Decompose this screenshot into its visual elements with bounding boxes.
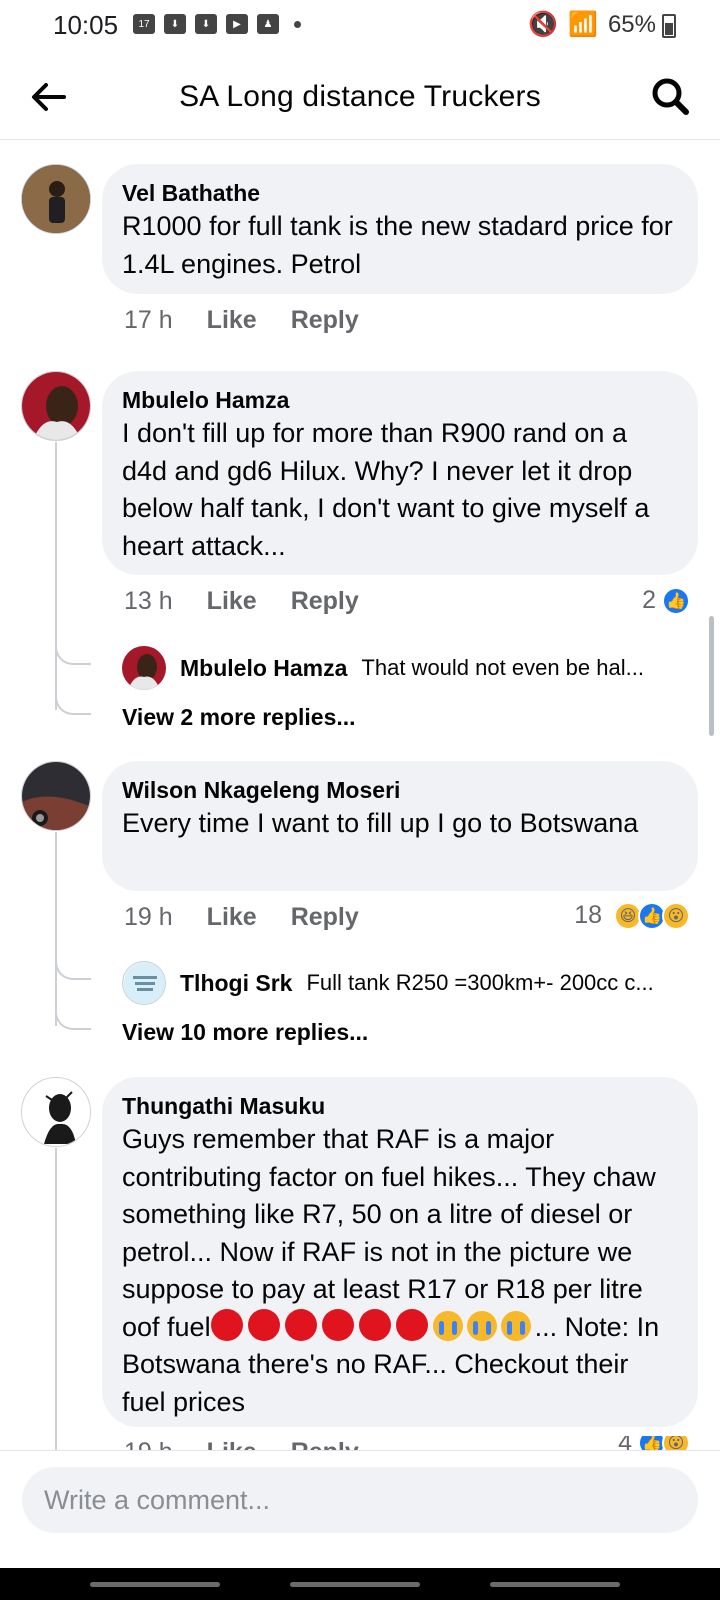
- comment-author[interactable]: Wilson Nkageleng Moseri: [122, 775, 678, 805]
- app-header: SA Long distance Truckers: [0, 54, 720, 140]
- download-icon: ⬇: [195, 14, 217, 34]
- red-circle-icon: [358, 1308, 391, 1341]
- thread-line: [55, 832, 57, 1026]
- comment-actions: 13 h Like Reply: [124, 587, 359, 616]
- search-icon: [652, 78, 689, 115]
- avatar-photo: [22, 762, 90, 830]
- avatar-photo: [122, 646, 166, 690]
- avatar[interactable]: [21, 761, 91, 831]
- battery-percent: 65%: [607, 10, 656, 38]
- avatar[interactable]: [21, 164, 91, 234]
- reaction-summary[interactable]: 18 😆 👍 😮: [574, 901, 690, 930]
- thread-curve: [55, 1012, 91, 1030]
- comment-text: Guys remember that RAF is a major contri…: [122, 1121, 678, 1421]
- reply-button[interactable]: Reply: [291, 306, 359, 335]
- like-button[interactable]: Like: [207, 1438, 257, 1450]
- avatar[interactable]: [122, 961, 166, 1005]
- crying-face-icon: [466, 1310, 497, 1341]
- reaction-count: 4: [618, 1436, 632, 1450]
- red-circle-icon: [395, 1308, 428, 1341]
- red-circle-icon: [210, 1308, 243, 1341]
- comment-author[interactable]: Vel Bathathe: [122, 178, 678, 208]
- avatar-photo: [124, 963, 165, 1004]
- reply-author[interactable]: Mbulelo Hamza: [180, 655, 347, 682]
- youtube-icon: ▶: [226, 14, 248, 34]
- thread-curve: [55, 962, 91, 980]
- comment-time[interactable]: 19 h: [124, 903, 173, 932]
- comment-text: Every time I want to fill up I go to Bot…: [122, 808, 639, 838]
- system-icons: 🔇 📶 65%: [528, 10, 656, 39]
- reply-text: That would not even be hal...: [361, 655, 644, 680]
- comment-author[interactable]: Mbulelo Hamza: [122, 385, 678, 415]
- crying-face-icon: [432, 1310, 463, 1341]
- wifi-icon: 📶: [568, 11, 598, 38]
- system-nav-bar: [0, 1568, 720, 1600]
- thread-curve: [55, 647, 91, 665]
- avatar[interactable]: [122, 646, 166, 690]
- more-notifications-icon: [294, 20, 301, 28]
- thumbs-up-icon: 👍: [662, 586, 690, 615]
- reaction-summary[interactable]: 4 👍 😮: [618, 1436, 690, 1450]
- wow-icon: 😮: [662, 1436, 690, 1450]
- red-circle-icon: [247, 1308, 280, 1341]
- comment-time[interactable]: 17 h: [124, 306, 173, 335]
- avatar-photo: [22, 165, 90, 233]
- like-button[interactable]: Like: [207, 587, 257, 616]
- avatar-photo: [22, 372, 90, 440]
- red-circle-icon: [321, 1308, 354, 1341]
- reply-button[interactable]: Reply: [291, 587, 359, 616]
- comment-text-part: Guys remember that RAF is a major contri…: [122, 1124, 656, 1342]
- notification-icons: 17 ⬇ ⬇ ▶ ♟: [133, 14, 301, 34]
- comment-time[interactable]: 13 h: [124, 587, 173, 616]
- comment-text: I don't fill up for more than R900 rand …: [122, 418, 650, 561]
- comment-time[interactable]: 19 h: [124, 1438, 173, 1450]
- red-circle-icon: [284, 1308, 317, 1341]
- comment-bubble[interactable]: Wilson Nkageleng Moseri Every time I wan…: [102, 761, 698, 891]
- crying-face-icon: [500, 1310, 531, 1341]
- reply-preview[interactable]: Mbulelo Hamza That would not even be hal…: [122, 646, 702, 690]
- back-nav-button[interactable]: [490, 1582, 620, 1587]
- comment-actions: 19 h Like Reply: [124, 903, 359, 932]
- reply-button[interactable]: Reply: [291, 903, 359, 932]
- battery-icon: [662, 14, 676, 38]
- comment-bubble[interactable]: Mbulelo Hamza I don't fill up for more t…: [102, 371, 698, 575]
- reaction-summary[interactable]: 2 👍: [642, 586, 690, 615]
- avatar[interactable]: [21, 371, 91, 441]
- comment-bubble[interactable]: Vel Bathathe R1000 for full tank is the …: [102, 164, 698, 294]
- comment-author[interactable]: Thungathi Masuku: [122, 1091, 678, 1121]
- wow-icon: 😮: [662, 901, 690, 930]
- thread-line: [55, 442, 57, 710]
- comment-composer: [0, 1450, 720, 1568]
- comment-text: R1000 for full tank is the new stadard p…: [122, 211, 673, 279]
- status-bar: 10:05 17 ⬇ ⬇ ▶ ♟ 🔇 📶 65%: [0, 0, 720, 54]
- mute-icon: 🔇: [528, 11, 559, 38]
- calendar-icon: 17: [133, 14, 155, 34]
- comment-bubble[interactable]: Thungathi Masuku Guys remember that RAF …: [102, 1077, 698, 1427]
- home-button[interactable]: [290, 1582, 420, 1587]
- comment-actions: 17 h Like Reply: [124, 306, 359, 335]
- like-button[interactable]: Like: [207, 306, 257, 335]
- reply-preview[interactable]: Tlhogi Srk Full tank R250 =300km+- 200cc…: [122, 961, 702, 1005]
- status-time: 10:05: [53, 10, 119, 40]
- avatar[interactable]: [21, 1077, 91, 1147]
- thread-curve: [55, 697, 91, 715]
- avatar-photo: [22, 1078, 90, 1146]
- app-icon: ♟: [257, 14, 279, 34]
- reaction-count: 2: [642, 586, 656, 614]
- search-button[interactable]: [648, 74, 694, 120]
- recents-button[interactable]: [90, 1582, 220, 1587]
- scrollbar[interactable]: [709, 616, 714, 736]
- reply-text: Full tank R250 =300km+- 200cc c...: [306, 970, 654, 995]
- view-more-replies-link[interactable]: View 10 more replies...: [122, 1019, 368, 1046]
- like-button[interactable]: Like: [207, 903, 257, 932]
- comment-actions: 19 h Like Reply: [124, 1438, 359, 1450]
- reply-author[interactable]: Tlhogi Srk: [180, 970, 292, 997]
- reply-button[interactable]: Reply: [291, 1438, 359, 1450]
- comment-input[interactable]: [22, 1467, 698, 1533]
- page-title: SA Long distance Truckers: [179, 80, 541, 113]
- download-icon: ⬇: [164, 14, 186, 34]
- thread-line: [55, 1148, 57, 1450]
- reaction-count: 18: [574, 901, 602, 929]
- view-more-replies-link[interactable]: View 2 more replies...: [122, 704, 356, 731]
